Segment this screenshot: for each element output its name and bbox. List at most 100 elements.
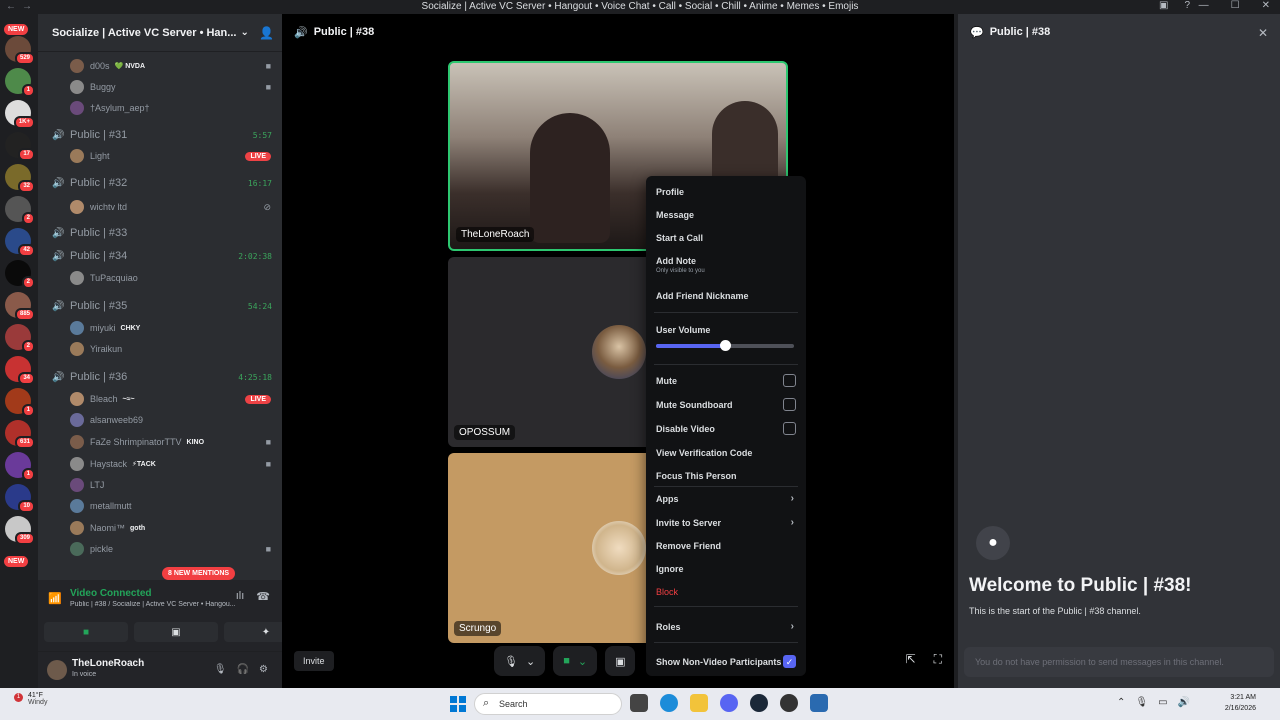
menu-mute-soundboard[interactable]: Mute Soundboard [656, 398, 796, 411]
close-window-icon[interactable]: ✕ [1262, 0, 1270, 11]
voice-channel[interactable]: 🔊 Public | #33 [38, 223, 282, 243]
voice-status[interactable]: Video Connected [70, 588, 152, 599]
chevron-up-icon[interactable]: ⌃ [1117, 697, 1125, 708]
voice-member[interactable]: Haystack ⚡TACK ■ [38, 454, 282, 474]
menu-mute[interactable]: Mute [656, 374, 796, 387]
new-pill[interactable]: NEW [4, 556, 29, 567]
new-mentions-pill[interactable]: 8 NEW MENTIONS [162, 567, 236, 580]
voice-member[interactable]: Light LIVE [38, 146, 282, 166]
voice-member[interactable]: wichtv ltd ⊘ [38, 197, 282, 217]
server-icon[interactable]: 1 [5, 388, 35, 417]
user-volume-slider[interactable] [656, 340, 794, 351]
voice-member[interactable]: miyuki CHKY [38, 318, 282, 338]
help-icon[interactable]: ? [1184, 0, 1190, 11]
server-icon[interactable]: 631 [5, 420, 35, 449]
camera-control[interactable]: ■ ⌄ [553, 646, 598, 676]
menu-invite-to-server[interactable]: Invite to Server › [656, 517, 796, 528]
invite-button[interactable]: Invite [294, 651, 334, 671]
close-icon[interactable]: ✕ [1258, 26, 1268, 40]
server-header[interactable]: Socialize | Active VC Server • Han... ⌄ … [38, 14, 282, 52]
voice-channel[interactable]: 🔊 Public | #32 16:17 [38, 173, 282, 193]
taskbar-search[interactable]: ⌕ Search [474, 693, 622, 715]
server-icon[interactable]: 10 [5, 484, 35, 513]
server-icon[interactable]: 1 [5, 68, 35, 97]
menu-ignore[interactable]: Ignore [656, 564, 796, 574]
network-icon[interactable]: ▭ [1158, 697, 1167, 708]
windows-start-icon[interactable] [450, 696, 466, 712]
screen-share-control[interactable]: ▣ [605, 646, 636, 676]
signal-icon[interactable]: 📶 [48, 592, 62, 605]
noise-suppression-icon[interactable]: ılı [236, 590, 245, 603]
server-icon[interactable]: 1K+ [5, 100, 35, 129]
popout-icon[interactable]: ⇱ [906, 652, 916, 667]
camera-button[interactable]: ■ [44, 622, 128, 642]
menu-roles[interactable]: Roles › [656, 621, 796, 632]
mute-checkbox[interactable] [783, 374, 796, 387]
server-icon[interactable]: 2 [5, 260, 35, 289]
voice-member[interactable]: TuPacquiao [38, 268, 282, 288]
mic-control[interactable]: 🎙 ⌄ [494, 646, 546, 676]
voice-member[interactable]: Yiraikun [38, 339, 282, 359]
file-explorer-icon[interactable] [690, 694, 708, 712]
menu-start-call[interactable]: Start a Call [656, 233, 796, 243]
task-view-icon[interactable] [630, 694, 648, 712]
voice-member[interactable]: pickle ■ [38, 539, 282, 559]
settings-icon[interactable]: ⚙ [259, 664, 268, 675]
voice-channel[interactable]: 🔊 Public | #34 2:02:38 [38, 246, 282, 266]
voice-channel[interactable]: 🔊 Public | #31 5:57 [38, 125, 282, 145]
server-icon[interactable]: 2 [5, 324, 35, 353]
screen-share-button[interactable]: ▣ [134, 622, 218, 642]
server-icon[interactable]: 2 [5, 196, 35, 225]
steam-icon[interactable] [750, 694, 768, 712]
voice-member[interactable]: FaZe ShrimpinatorTTV KINO ■ [38, 432, 282, 452]
voice-member[interactable]: Naomi™ goth [38, 518, 282, 538]
discord-icon[interactable] [720, 694, 738, 712]
microphone-icon[interactable]: 🎙 [214, 664, 227, 675]
server-icon[interactable]: 885 [5, 292, 35, 321]
minimize-icon[interactable]: — [1199, 0, 1209, 11]
voice-member[interactable]: metallmutt [38, 496, 282, 516]
app-icon[interactable] [810, 694, 828, 712]
slider-handle[interactable] [720, 340, 731, 351]
menu-block[interactable]: Block [656, 587, 796, 597]
new-pill[interactable]: NEW [4, 24, 29, 35]
server-icon[interactable]: 42 [5, 228, 35, 257]
server-icon[interactable]: 529 [5, 36, 35, 65]
disconnect-icon[interactable]: ☎ [256, 590, 270, 603]
menu-add-friend-nickname[interactable]: Add Friend Nickname [656, 291, 796, 301]
taskbar-clock[interactable]: 3:21 AM 2/16/2026 [1225, 692, 1256, 714]
avatar[interactable] [47, 660, 67, 680]
server-icon[interactable]: 309 [5, 516, 35, 545]
voice-channel[interactable]: 🔊 Public | #36 4:25:18 [38, 367, 282, 387]
username[interactable]: TheLoneRoach [72, 658, 144, 669]
show-non-video-checkbox[interactable]: ✓ [783, 655, 796, 668]
menu-apps[interactable]: Apps › [656, 493, 796, 504]
menu-view-verification-code[interactable]: View Verification Code [656, 448, 796, 458]
server-icon[interactable]: 1 [5, 452, 35, 481]
chevron-down-icon[interactable]: ⌄ [526, 655, 535, 668]
chevron-down-icon[interactable]: ⌄ [578, 655, 587, 668]
menu-remove-friend[interactable]: Remove Friend [656, 541, 796, 551]
voice-member[interactable]: Bleach ~≈~ LIVE [38, 389, 282, 409]
mute-soundboard-checkbox[interactable] [783, 398, 796, 411]
headphones-icon[interactable]: 🎧 [237, 664, 249, 675]
menu-profile[interactable]: Profile [656, 187, 796, 197]
message-input[interactable]: You do not have permission to send messa… [964, 647, 1274, 677]
weather-widget[interactable]: 1 41°F Windy [10, 692, 47, 706]
voice-channel[interactable]: 🔊 Public | #35 54:24 [38, 296, 282, 316]
voice-member[interactable]: †Asylum_aep† [38, 98, 282, 118]
add-user-icon[interactable]: 👤 [259, 26, 274, 40]
voice-location[interactable]: Public | #38 / Socialize | Active VC Ser… [70, 601, 260, 608]
fullscreen-icon[interactable]: ⛶ [934, 652, 942, 667]
voice-member[interactable]: Buggy ■ [38, 77, 282, 97]
voice-member[interactable]: alsanweeb69 [38, 410, 282, 430]
inbox-icon[interactable]: ▣ [1159, 0, 1168, 11]
app-icon[interactable] [780, 694, 798, 712]
disable-video-checkbox[interactable] [783, 422, 796, 435]
voice-member[interactable]: d00s 💚 NVDA ■ [38, 56, 282, 76]
edge-icon[interactable] [660, 694, 678, 712]
menu-add-note[interactable]: Add Note Only visible to you [656, 256, 796, 274]
menu-message[interactable]: Message [656, 210, 796, 220]
volume-icon[interactable]: 🔊 [1178, 697, 1190, 708]
maximize-icon[interactable]: ☐ [1231, 0, 1240, 11]
